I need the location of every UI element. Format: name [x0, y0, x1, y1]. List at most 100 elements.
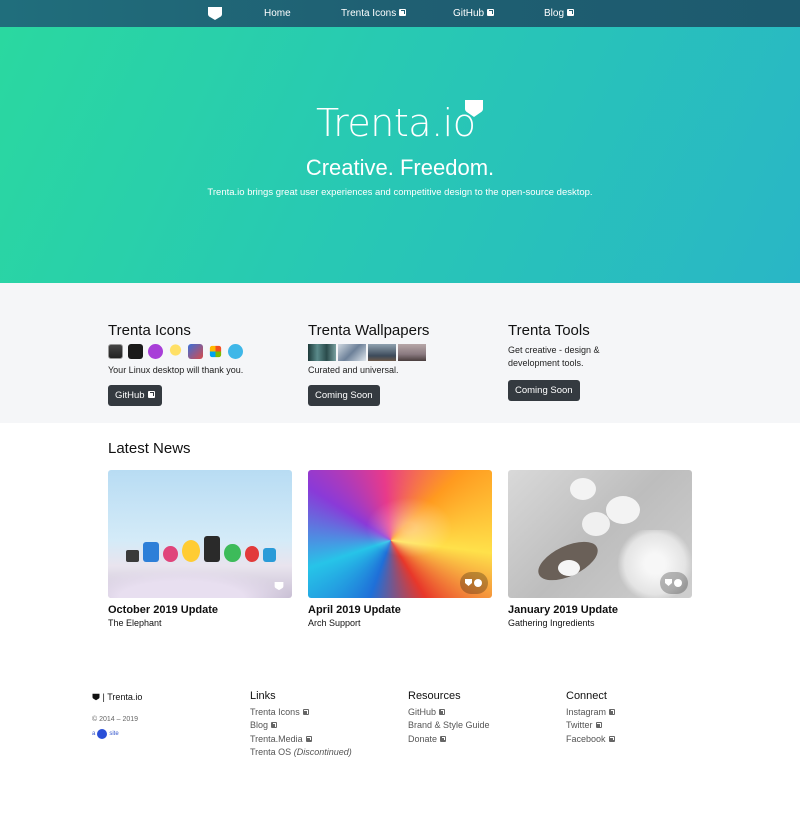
footer-link-blog[interactable]: Blog — [250, 719, 400, 732]
nav-blog-link[interactable]: Blog — [544, 8, 575, 19]
footer-link-label: Donate — [408, 733, 438, 744]
product-desc: Get creative - design & development tool… — [508, 345, 600, 368]
footer-link-instagram[interactable]: Instagram — [566, 706, 716, 719]
external-link-icon — [487, 9, 495, 16]
footer-link-label: Trenta OS — [250, 746, 292, 757]
photos-app-icon — [188, 344, 203, 359]
news-card[interactable]: April 2019 Update Arch Support — [308, 470, 492, 628]
external-link-icon — [302, 709, 309, 715]
footer-site-credit[interactable]: a site — [92, 729, 119, 739]
hero-subline: Trenta.io brings great user experiences … — [207, 187, 593, 198]
news-card[interactable]: January 2019 Update Gathering Ingredient… — [508, 470, 692, 628]
external-link-icon — [608, 735, 615, 742]
footer-brand: | Trenta.io — [92, 692, 142, 702]
latest-news-heading: Latest News — [108, 440, 191, 457]
hero-brand-title: Trenta.io — [316, 101, 476, 145]
footer-link-trenta-media[interactable]: Trenta.Media — [250, 733, 400, 746]
console-app-icon — [128, 344, 143, 359]
nav-github-label: GitHub — [453, 8, 485, 19]
footer-link-github[interactable]: GitHub — [408, 706, 558, 719]
footer-resources-column: Resources GitHub Brand & Style Guide Don… — [408, 690, 558, 746]
footer-link-donate[interactable]: Donate — [408, 733, 558, 746]
discontinued-note: (Discontinued) — [293, 746, 352, 757]
news-card-image[interactable] — [508, 470, 692, 598]
external-link-icon — [305, 735, 312, 742]
icon-preview-row — [108, 344, 298, 360]
cloud-app-icon — [228, 344, 243, 359]
external-link-icon — [595, 722, 602, 729]
icons-github-button[interactable]: GitHub — [108, 385, 162, 406]
nav-blog-label: Blog — [544, 8, 565, 19]
external-link-icon — [147, 391, 155, 398]
footer-links-column: Links Trenta Icons Blog Trenta.Media Tre… — [250, 690, 400, 759]
footer-link-label: Blog — [250, 720, 269, 731]
trenta-logo-icon — [465, 579, 482, 587]
terminal-app-icon — [108, 344, 123, 359]
footer-column-heading: Links — [250, 690, 276, 702]
product-desc: Your Linux desktop will thank you. — [108, 365, 244, 375]
footer-link-label: Instagram — [566, 707, 607, 717]
nav-home-link[interactable]: Home — [264, 8, 291, 19]
footer-link-label: Trenta.Media — [250, 733, 303, 744]
trenta-logo-icon — [92, 693, 100, 701]
hero-section: Trenta.io Creative. Freedom. Trenta.io b… — [0, 27, 800, 283]
maker-logo-icon — [97, 729, 108, 739]
footer-link-label: Trenta Icons — [250, 707, 300, 717]
external-link-icon — [609, 709, 616, 715]
news-card-subtitle: The Elephant — [108, 618, 162, 628]
news-card[interactable]: October 2019 Update The Elephant — [108, 470, 292, 628]
footer-link-trenta-os[interactable]: Trenta OS (Discontinued) — [250, 746, 400, 759]
footer-link-label: GitHub — [408, 707, 437, 717]
wallpaper-thumbnail — [368, 344, 396, 361]
external-link-icon — [567, 9, 575, 16]
footer-connect-column: Connect Instagram Twitter Facebook — [566, 690, 716, 746]
product-trenta-tools: Trenta Tools Get creative - design & dev… — [508, 322, 618, 401]
tools-coming-soon-button[interactable]: Coming Soon — [508, 380, 580, 401]
trenta-logo-icon — [665, 579, 682, 587]
news-card-title[interactable]: January 2019 Update — [508, 604, 692, 616]
trenta-badge — [660, 572, 688, 594]
microsoft-app-icon — [209, 345, 222, 358]
wallpaper-preview-row — [308, 344, 498, 361]
news-card-image[interactable] — [308, 470, 492, 598]
news-card-image[interactable] — [108, 470, 292, 598]
product-desc: Curated and universal. — [308, 365, 399, 375]
footer-column-heading: Resources — [408, 690, 461, 702]
product-trenta-wallpapers: Trenta Wallpapers Curated and universal.… — [308, 322, 498, 406]
news-card-subtitle: Arch Support — [308, 618, 361, 628]
nav-icons-label: Trenta Icons — [341, 8, 397, 19]
external-link-icon — [439, 709, 446, 715]
trenta-logo-icon — [274, 581, 284, 591]
trenta-badge — [460, 572, 488, 594]
news-card-title[interactable]: April 2019 Update — [308, 604, 492, 616]
external-link-icon — [440, 735, 447, 742]
top-navbar: Home Trenta Icons GitHub Blog — [0, 0, 800, 27]
products-section: Trenta Icons Your Linux desktop will tha… — [0, 283, 800, 423]
product-title: Trenta Wallpapers — [308, 322, 430, 339]
footer-link-twitter[interactable]: Twitter — [566, 719, 716, 732]
trenta-logo-icon — [465, 100, 483, 117]
footer-link-trenta-icons[interactable]: Trenta Icons — [250, 706, 400, 719]
external-link-icon — [271, 722, 278, 729]
product-trenta-icons: Trenta Icons Your Linux desktop will tha… — [108, 322, 298, 406]
site-credit-prefix: a — [92, 731, 96, 737]
nav-icons-link[interactable]: Trenta Icons — [341, 8, 407, 19]
external-link-icon — [399, 9, 407, 16]
hero-tagline: Creative. Freedom. — [305, 155, 495, 180]
lightbulb-app-icon — [168, 344, 183, 359]
footer-link-label: Twitter — [566, 720, 593, 731]
footer-link-facebook[interactable]: Facebook — [566, 733, 716, 746]
product-title: Trenta Tools — [508, 322, 590, 339]
news-card-subtitle: Gathering Ingredients — [508, 618, 595, 628]
wallpaper-thumbnail — [398, 344, 426, 361]
wallpaper-thumbnail — [308, 344, 336, 361]
site-credit-suffix: site — [109, 731, 119, 737]
wallpaper-thumbnail — [338, 344, 366, 361]
nav-github-link[interactable]: GitHub — [453, 8, 495, 19]
trenta-logo-icon[interactable] — [207, 6, 223, 21]
footer-link-label: Facebook — [566, 733, 606, 744]
footer-brand-label: | Trenta.io — [102, 692, 143, 702]
wallpapers-coming-soon-button[interactable]: Coming Soon — [308, 385, 380, 406]
news-card-title[interactable]: October 2019 Update — [108, 604, 292, 616]
footer-link-brand-guide[interactable]: Brand & Style Guide — [408, 719, 558, 732]
